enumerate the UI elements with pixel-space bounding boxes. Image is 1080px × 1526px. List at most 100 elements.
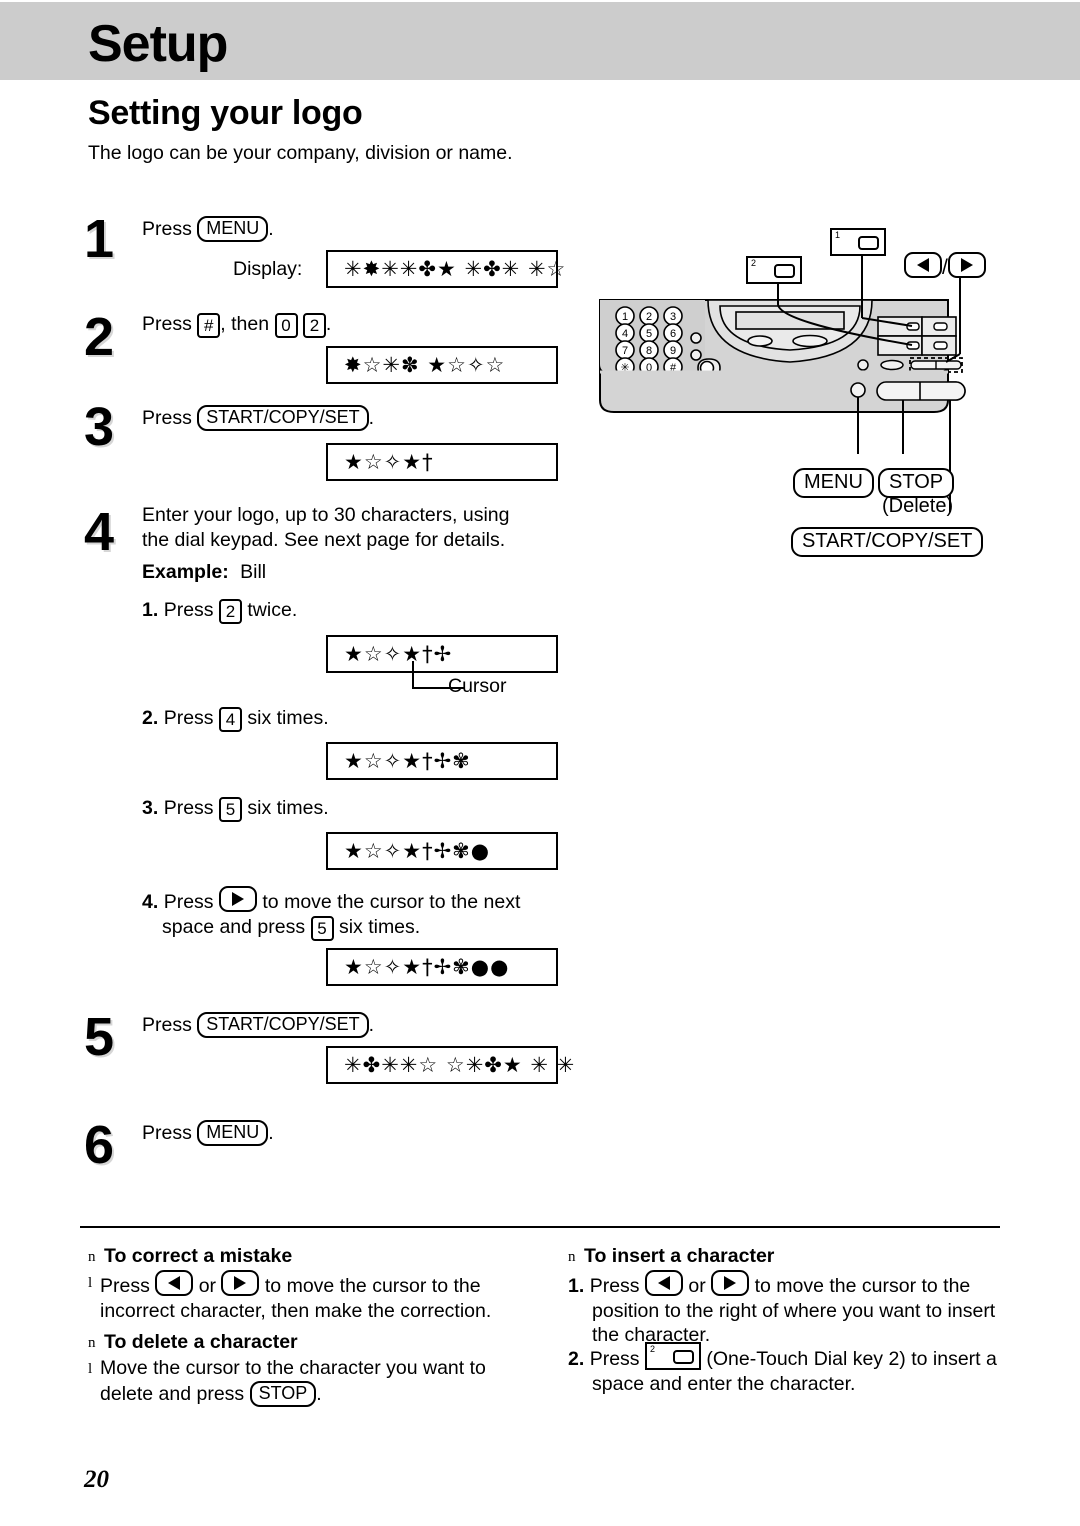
insert-item2-a: Press: [589, 1348, 640, 1370]
substep-1: 1. Press 2 twice.: [142, 598, 297, 624]
note-body-insert-2: 2. Press 2 (One-Touch Dial key 2) to ins…: [568, 1342, 1008, 1396]
arrow-right-icon[interactable]: [711, 1270, 750, 1296]
arrow-right-icon[interactable]: [947, 252, 986, 278]
substep-4-line2-after: six times.: [338, 916, 421, 938]
arrow-right-icon[interactable]: [218, 886, 257, 912]
one-touch-key-2-number: 2: [751, 258, 757, 268]
step-2-text-mid: , then: [220, 313, 270, 335]
fax-machine-illustration: 123 456 789 ✳ 0 # 1 2 /: [590, 222, 1000, 572]
note-dash-delete: l: [88, 1361, 93, 1377]
substep-3: 3. Press 5 six times.: [142, 796, 329, 822]
delete-line2-before: delete and press: [100, 1382, 245, 1405]
start-copy-set-key-label[interactable]: START/COPY/SET: [197, 405, 369, 431]
step-6-number: 6: [84, 1115, 115, 1175]
stop-key-label[interactable]: STOP: [249, 1380, 317, 1407]
arrow-left-icon[interactable]: [155, 1270, 194, 1296]
substep-4-before: Press: [163, 891, 214, 913]
step-6-text-before: Press: [142, 1122, 192, 1144]
svg-text:4: 4: [622, 328, 628, 340]
lcd-display-substep2: ★☆✧★†✢✾: [326, 742, 558, 780]
substep-2-number: 2.: [142, 707, 159, 729]
callout-arrow-keys: /: [904, 252, 986, 280]
lcd-display-step3: ★☆✧★†: [326, 443, 558, 481]
svg-text:3: 3: [670, 311, 676, 323]
arrow-left-icon[interactable]: [644, 1270, 683, 1296]
note-heading-insert: To insert a character: [584, 1245, 775, 1267]
menu-key-label[interactable]: MENU: [197, 216, 269, 242]
example-value: Bill: [240, 561, 267, 583]
note-dash-correct: l: [88, 1275, 93, 1291]
arrow-right-icon[interactable]: [221, 1270, 260, 1296]
lcd-text: ✳✤✳✳☆ ☆✳✤★ ✳ ✳: [344, 1053, 576, 1077]
step-2-text-after: .: [325, 313, 332, 335]
one-touch-key-1-icon: 1: [830, 228, 886, 256]
lcd-display-substep4: ★☆✧★†✢✾●●: [326, 948, 558, 986]
menu-key-label[interactable]: MENU: [197, 1120, 269, 1146]
one-touch-key-2-number: 2: [649, 1344, 655, 1354]
digit-key-4[interactable]: 4: [218, 707, 242, 732]
one-touch-key-1-number: 1: [835, 230, 841, 240]
step-5-text-before: Press: [142, 1014, 192, 1036]
lcd-text: ★☆✧★†✢✾●●: [344, 955, 510, 979]
step-3-number: 3: [84, 397, 115, 457]
display-label: Display:: [233, 258, 303, 280]
step-2-body: Press #, then 0 2.: [142, 312, 331, 338]
lcd-display-step2: ✸☆✳✽ ★☆✧☆: [326, 346, 558, 384]
step-1-text-after: .: [268, 218, 274, 240]
step-3-text-before: Press: [142, 407, 192, 429]
svg-text:5: 5: [646, 328, 652, 340]
note-body-delete: Move the cursor to the character you wan…: [100, 1356, 520, 1407]
substep-4-line2-before: space and press: [162, 916, 306, 938]
note-body-correct: Press or to move the cursor to the incor…: [100, 1270, 520, 1323]
insert-item1-b: to move the cursor to the: [754, 1275, 971, 1297]
step-6-text-after: .: [268, 1122, 274, 1144]
start-copy-set-key-label[interactable]: START/COPY/SET: [197, 1012, 369, 1038]
one-touch-key-2-icon: 2: [746, 256, 802, 284]
digit-key-2[interactable]: 2: [302, 313, 326, 338]
digit-key-5[interactable]: 5: [310, 916, 334, 941]
one-touch-key-2-icon[interactable]: 2: [644, 1342, 701, 1370]
one-touch-key-2-button: [672, 1350, 694, 1364]
digit-key-5[interactable]: 5: [218, 797, 242, 822]
insert-item1-a: Press: [589, 1275, 640, 1297]
insert-item1-line2: position to the right of where you want …: [592, 1299, 996, 1322]
lcd-display-substep3: ★☆✧★†✢✾●: [326, 832, 558, 870]
step-2-number: 2: [84, 307, 115, 367]
correct-text-or: or: [198, 1275, 217, 1297]
note-heading-correct: To correct a mistake: [104, 1245, 293, 1267]
lcd-text: ✳✸✳✳✤★ ✳✤✳ ✳☆: [344, 257, 567, 281]
step-5-body: Press START/COPY/SET.: [142, 1012, 374, 1038]
callout-menu-label: MENU: [793, 468, 874, 498]
arrow-left-icon[interactable]: [904, 252, 942, 278]
notes-divider: [80, 1226, 1000, 1228]
step-4-body: Enter your logo, up to 30 characters, us…: [142, 503, 572, 553]
delete-line1: Move the cursor to the character you wan…: [100, 1357, 486, 1379]
svg-text:9: 9: [670, 345, 676, 357]
lcd-display-step1: ✳✸✳✳✤★ ✳✤✳ ✳☆: [326, 250, 565, 288]
lcd-display-step5: ✳✤✳✳☆ ☆✳✤★ ✳ ✳: [326, 1046, 574, 1084]
hash-key[interactable]: #: [197, 313, 221, 338]
digit-key-0[interactable]: 0: [274, 313, 298, 338]
step-1-body: Press MENU.: [142, 216, 274, 242]
step-1-number: 1: [84, 209, 115, 269]
substep-1-after: twice.: [247, 599, 298, 621]
lcd-text: ★☆✧★†: [344, 450, 434, 474]
note-heading-delete: To delete a character: [104, 1331, 298, 1353]
svg-text:6: 6: [670, 328, 676, 340]
substep-3-before: Press: [163, 797, 214, 819]
digit-key-2[interactable]: 2: [218, 599, 242, 624]
substep-3-number: 3.: [142, 797, 159, 819]
one-touch-key-2-button: [774, 264, 795, 278]
svg-text:2: 2: [646, 311, 652, 323]
substep-2-after: six times.: [247, 707, 329, 729]
lcd-text: ★☆✧★†✢✾●: [344, 839, 491, 863]
callout-delete-label: (Delete): [882, 495, 954, 517]
callout-start-copy-set-label: START/COPY/SET: [791, 527, 984, 557]
correct-text-a: Press: [100, 1275, 150, 1297]
callout-one-touch-key-1: 1: [830, 228, 886, 256]
insert-item2-b: (One-Touch Dial key 2) to insert a: [706, 1348, 997, 1370]
step-5-number: 5: [84, 1007, 115, 1067]
step-2-text-before: Press: [142, 313, 192, 335]
substep-2: 2. Press 4 six times.: [142, 706, 329, 732]
callout-stop-label: STOP: [878, 468, 955, 498]
